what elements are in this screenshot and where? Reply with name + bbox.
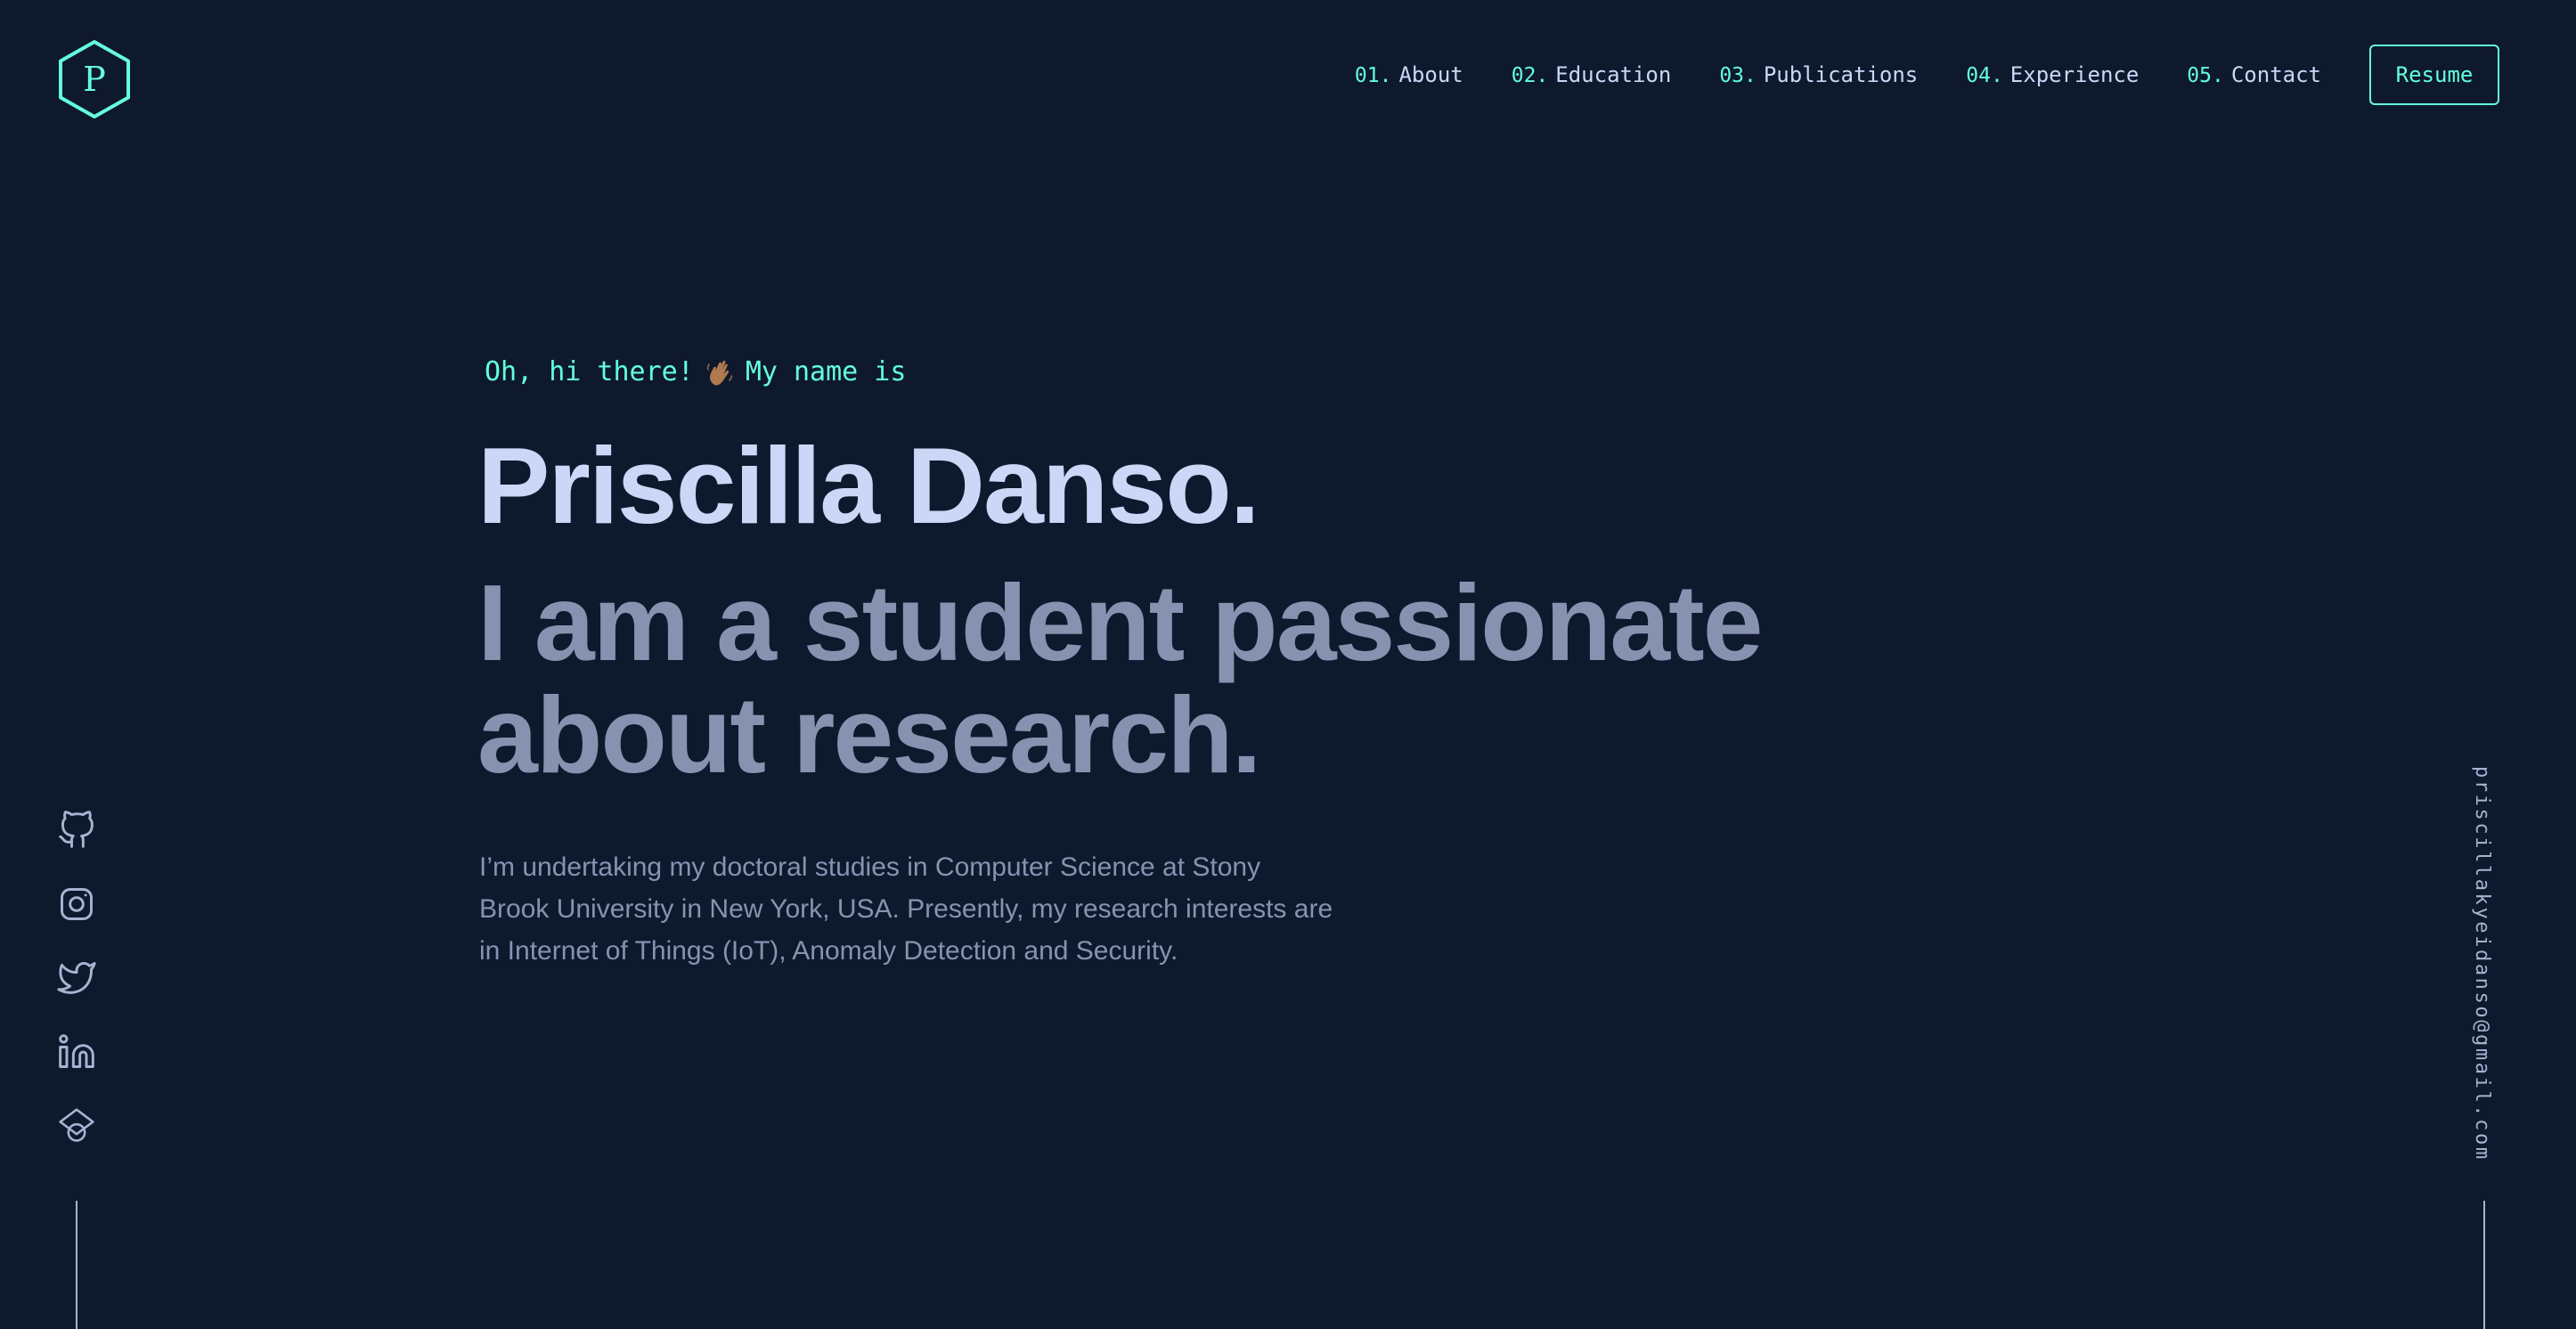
google-scholar-icon (59, 1108, 94, 1142)
twitter-icon (57, 962, 96, 994)
hero-name: Priscilla Danso. (477, 425, 1260, 546)
nav-item-publications[interactable]: 03. Publications (1719, 62, 1918, 87)
right-divider-line (2483, 1201, 2485, 1329)
nav-number: 05. (2187, 64, 2224, 87)
greeting-text: My name is (745, 356, 907, 387)
twitter-link[interactable] (57, 958, 96, 998)
resume-button[interactable]: Resume (2369, 45, 2499, 105)
nav-item-about[interactable]: 01. About (1355, 62, 1463, 87)
nav-label: Contact (2230, 62, 2321, 87)
hexagon-logo-icon: P (59, 40, 130, 118)
nav-label: Education (1555, 62, 1672, 87)
linkedin-link[interactable] (57, 1032, 96, 1072)
github-link[interactable] (57, 811, 96, 850)
logo-letter: P (83, 60, 106, 99)
github-icon (59, 811, 94, 848)
nav-label: Experience (2009, 62, 2140, 87)
main-nav: 01. About 02. Education 03. Publications… (1355, 45, 2499, 105)
nav-number: 03. (1719, 64, 1757, 87)
linkedin-icon (59, 1034, 94, 1068)
nav-label: About (1398, 62, 1463, 87)
instagram-link[interactable] (57, 885, 96, 924)
email-link[interactable]: priscillakyeidanso@gmail.com (2471, 766, 2493, 1162)
greeting-text: Oh, hi there! (485, 356, 694, 387)
google-scholar-link[interactable] (57, 1106, 96, 1146)
hero-intro: I’m undertaking my doctoral studies in C… (479, 852, 1333, 966)
nav-number: 01. (1354, 64, 1392, 87)
nav-item-experience[interactable]: 04. Experience (1966, 62, 2139, 87)
nav-label: Publications (1763, 62, 1919, 87)
left-divider-line (76, 1201, 77, 1329)
waving-hand-icon (706, 358, 733, 387)
nav-number: 02. (1511, 64, 1549, 87)
logo[interactable]: P (57, 39, 132, 119)
nav-item-education[interactable]: 02. Education (1512, 62, 1672, 87)
nav-item-contact[interactable]: 05. Contact (2187, 62, 2321, 87)
nav-number: 04. (1966, 64, 2003, 87)
hero-tagline: I am a student passionate about research… (477, 562, 1764, 795)
instagram-icon (61, 888, 93, 920)
social-links (55, 811, 98, 1146)
greeting: Oh, hi there! My name is (485, 356, 906, 387)
